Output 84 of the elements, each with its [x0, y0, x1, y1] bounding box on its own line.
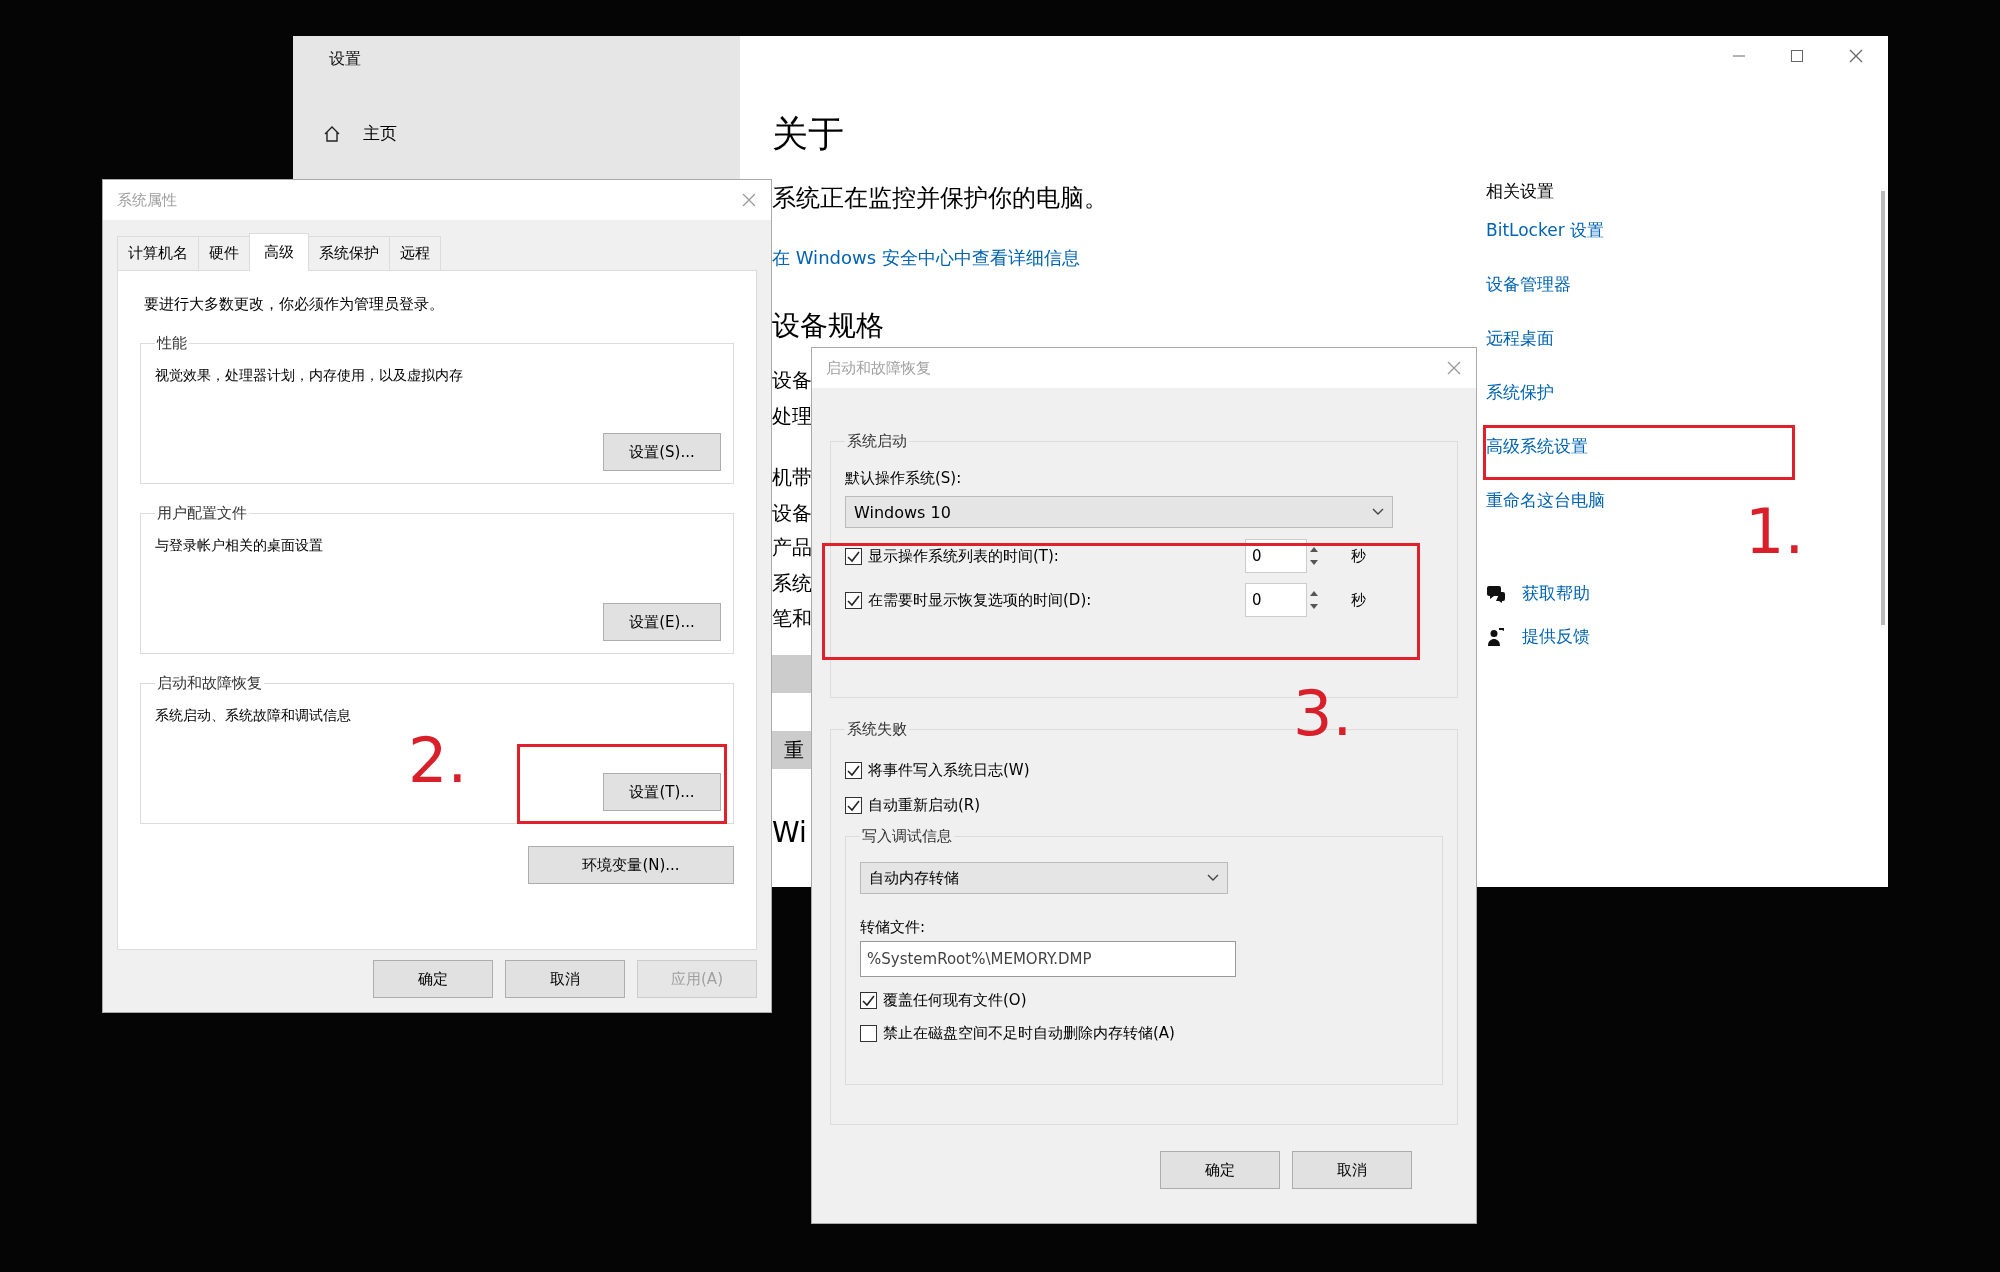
- dialog-title: 启动和故障恢复: [826, 358, 931, 378]
- group-label: 写入调试信息: [861, 827, 953, 846]
- checkbox-label: 覆盖任何现有文件(O): [883, 991, 1027, 1010]
- person-icon: [1486, 626, 1506, 647]
- chat-bubble-icon: [1486, 583, 1506, 604]
- settings-button[interactable]: 设置(S)...: [603, 433, 721, 471]
- checkbox-label: 自动重新启动(R): [868, 796, 981, 815]
- step-number: 2.: [408, 728, 468, 794]
- dialog-button[interactable]: 确定: [373, 960, 493, 998]
- field-value: 0: [1251, 591, 1263, 609]
- security-link[interactable]: 在 Windows 安全中心中查看详细信息: [772, 246, 1080, 270]
- window-title: 设置: [329, 47, 362, 70]
- dump-type-dropdown[interactable]: 自动内存转储: [860, 862, 1228, 894]
- maximize-icon[interactable]: [1790, 49, 1804, 63]
- close-icon[interactable]: [741, 192, 757, 208]
- checkbox-label: 将事件写入系统日志(W): [868, 761, 1030, 780]
- checkbox-label: 禁止在磁盘空间不足时自动删除内存转储(A): [883, 1024, 1175, 1043]
- group-description: 视觉效果，处理器计划，内存使用，以及虚拟内存: [155, 367, 464, 385]
- spec-label: 设备: [772, 367, 812, 393]
- notice-text: 要进行大多数更改，你必须作为管理员登录。: [144, 295, 445, 314]
- settings-button[interactable]: 设置(E)...: [603, 603, 721, 641]
- group-label: 系统启动: [846, 432, 908, 451]
- nav-item[interactable]: 主页: [363, 122, 397, 145]
- section-heading: 设备规格: [772, 308, 884, 344]
- dialog-button[interactable]: 确定: [1160, 1151, 1280, 1189]
- close-icon[interactable]: [1446, 360, 1462, 376]
- checkbox[interactable]: [845, 591, 862, 609]
- checkbox[interactable]: [845, 797, 862, 814]
- group-description: 与登录帐户相关的桌面设置: [155, 537, 324, 555]
- spec-label: 处理: [772, 403, 812, 429]
- checkbox[interactable]: [860, 992, 877, 1009]
- group-label: 性能: [155, 334, 188, 353]
- number-field[interactable]: 0: [1245, 583, 1307, 617]
- group-label: 系统失败: [846, 720, 908, 739]
- dialog-button[interactable]: 取消: [1292, 1151, 1412, 1189]
- checkbox[interactable]: [845, 762, 862, 779]
- checkbox-label: 显示操作系统列表的时间(T):: [868, 546, 1059, 566]
- group-description: 系统启动、系统故障和调试信息: [155, 707, 352, 725]
- related-link[interactable]: 设备管理器: [1486, 272, 1571, 296]
- chevron-down-icon: [1207, 874, 1219, 882]
- tab[interactable]: 计算机名: [117, 236, 199, 270]
- rename-button[interactable]: 重: [772, 731, 811, 769]
- group-label: 启动和故障恢复: [156, 674, 263, 693]
- settings-button[interactable]: 设置(T)...: [603, 773, 721, 811]
- spec-label: 笔和: [772, 605, 812, 631]
- spec-label: 设备: [772, 500, 812, 526]
- help-link[interactable]: 提供反馈: [1522, 625, 1590, 648]
- unit-label: 秒: [1351, 546, 1366, 566]
- dropdown-value: 自动内存转储: [869, 868, 959, 888]
- checkbox-label: 在需要时显示恢复选项的时间(D):: [868, 590, 1092, 610]
- spec-label: 机带: [772, 464, 812, 490]
- spec-label: 产品: [772, 534, 812, 560]
- field-label: 转储文件:: [860, 918, 927, 937]
- help-link[interactable]: 获取帮助: [1522, 582, 1590, 605]
- section-heading: Wi: [772, 815, 807, 851]
- close-icon[interactable]: [1848, 48, 1864, 64]
- dialog-title: 系统属性: [117, 190, 177, 210]
- step-number: 1.: [1745, 499, 1805, 565]
- checkbox[interactable]: [845, 547, 862, 565]
- related-heading: 相关设置: [1486, 180, 1554, 203]
- tab[interactable]: 高级: [249, 233, 309, 271]
- scrollbar[interactable]: [1881, 191, 1885, 625]
- related-link[interactable]: 高级系统设置: [1486, 434, 1588, 458]
- tab[interactable]: 远程: [389, 236, 441, 270]
- environment-variables-button[interactable]: 环境变量(N)...: [528, 846, 734, 884]
- unit-label: 秒: [1351, 590, 1366, 610]
- dialog-button[interactable]: 取消: [505, 960, 625, 998]
- dump-file-field[interactable]: %SystemRoot%\MEMORY.DMP: [860, 941, 1236, 977]
- home-icon: [323, 124, 341, 143]
- checkbox[interactable]: [860, 1025, 877, 1042]
- os-dropdown[interactable]: Windows 10: [845, 496, 1393, 528]
- group-label: 用户配置文件: [156, 504, 248, 523]
- related-link[interactable]: BitLocker 设置: [1486, 218, 1605, 242]
- step-number: 3.: [1293, 681, 1353, 747]
- related-link[interactable]: 远程桌面: [1486, 326, 1554, 350]
- related-link[interactable]: 重命名这台电脑: [1486, 488, 1605, 512]
- spec-label: 系统: [772, 570, 812, 596]
- field-value: 0: [1251, 547, 1263, 565]
- related-link[interactable]: 系统保护: [1486, 380, 1554, 404]
- status-text: 系统正在监控并保护你的电脑。: [772, 183, 1108, 214]
- chevron-down-icon: [1372, 508, 1384, 516]
- field-label: 默认操作系统(S):: [845, 469, 963, 488]
- dropdown-value: Windows 10: [854, 502, 951, 522]
- page-heading: 关于: [772, 112, 844, 156]
